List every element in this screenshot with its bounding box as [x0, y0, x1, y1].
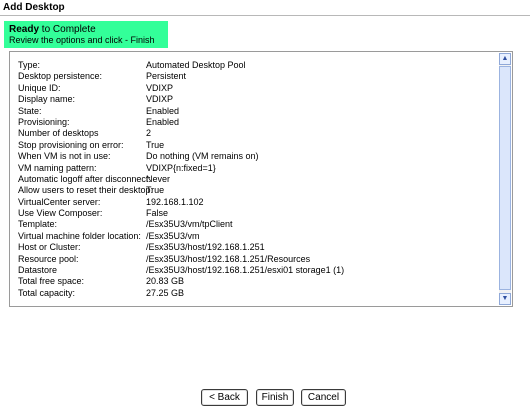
summary-label: Virtual machine folder location:: [18, 230, 141, 241]
cancel-button[interactable]: Cancel: [301, 389, 346, 406]
summary-label: Display name:: [18, 94, 76, 105]
summary-label: Automatic logoff after disconnect:: [18, 173, 151, 184]
summary-label: Allow users to reset their desktop:: [18, 185, 154, 196]
summary-label: Total free space:: [18, 276, 85, 287]
summary-label: Provisioning:: [18, 116, 70, 127]
summary-row: Use View Composer: False: [18, 208, 498, 219]
summary-value: /Esx35U3/host/192.168.1.251/Resources: [146, 253, 311, 264]
step-title: Ready to Complete: [9, 24, 168, 35]
summary-row: Provisioning: Enabled: [18, 117, 498, 128]
summary-label: State:: [18, 105, 42, 116]
summary-value: 192.168.1.102: [146, 196, 204, 207]
scroll-up-icon[interactable]: ▲: [499, 53, 511, 65]
summary-value: /Esx35U3/host/192.168.1.251: [146, 242, 265, 253]
summary-value: Enabled: [146, 116, 180, 127]
summary-value: VDIXP{n:fixed=1}: [146, 162, 216, 173]
summary-value: Do nothing (VM remains on): [146, 151, 259, 162]
summary-row: Stop provisioning on error: True: [18, 140, 498, 151]
summary-label: Unique ID:: [18, 82, 61, 93]
summary-value: True: [146, 139, 165, 150]
summary-listbox[interactable]: Type: Automated Desktop Pool Desktop pers…: [9, 51, 513, 307]
summary-row: Resource pool: /Esx35U3/host/192.168.1.25…: [18, 254, 498, 265]
summary-value: False: [146, 208, 169, 219]
summary-label: Desktop persistence:: [18, 71, 103, 82]
summary-row: Unique ID: VDIXP: [18, 83, 498, 94]
back-button[interactable]: < Back: [201, 389, 248, 406]
summary-label: Type:: [18, 60, 41, 70]
step-title-bold: Ready: [9, 24, 40, 35]
summary-value: /Esx35U3/host/192.168.1.251/esxi01 stora…: [146, 265, 345, 276]
summary-row: Type: Automated Desktop Pool: [18, 60, 498, 71]
summary-value: /Esx35U3/vm/tpClient: [146, 219, 233, 230]
summary-label: Use View Composer:: [18, 208, 103, 219]
summary-row: Template: /Esx35U3/vm/tpClient: [18, 219, 498, 230]
summary-row: Number of desktops 2: [18, 128, 498, 139]
summary-label: Total capacity:: [18, 287, 76, 298]
summary-row: When VM is not in use: Do nothing (VM rem…: [18, 151, 498, 162]
summary-row: Automatic logoff after disconnect: Never: [18, 174, 498, 185]
summary-row: Allow users to reset their desktop: True: [18, 185, 498, 196]
summary-row: Display name: VDIXP: [18, 94, 498, 105]
summary-value: /Esx35U3/vm: [146, 230, 200, 241]
vertical-scrollbar[interactable]: ▲ ▼: [499, 53, 511, 305]
summary-row: Datastore/Esx35U3/host/192.168.1.251/esx…: [18, 265, 498, 276]
summary-value: 27.25 GB: [146, 287, 185, 298]
summary-value: VDIXP: [146, 94, 174, 105]
summary-label: Stop provisioning on error:: [18, 139, 124, 150]
summary-label: VirtualCenter server:: [18, 196, 101, 207]
summary-value: Never: [146, 173, 171, 184]
finish-button[interactable]: Finish: [256, 389, 294, 406]
window-title: Add Desktop: [0, 0, 530, 16]
summary-label: Resource pool:: [18, 253, 79, 264]
summary-label: Datastore: [18, 265, 58, 276]
summary-row: Virtual machine folder location: /Esx35U3…: [18, 231, 498, 242]
summary-row: Total capacity: 27.25 GB: [18, 288, 498, 299]
summary-row: VM naming pattern: VDIXP{n:fixed=1}: [18, 163, 498, 174]
summary-value: Automated Desktop Pool: [146, 60, 246, 70]
summary-label: When VM is not in use:: [18, 151, 111, 162]
summary-row: State: Enabled: [18, 106, 498, 117]
summary-rows: Type: Automated Desktop Pool Desktop pers…: [18, 60, 498, 299]
summary-value: VDIXP: [146, 82, 174, 93]
scrollbar-thumb[interactable]: [499, 66, 511, 290]
step-header: Ready to Complete Review the options and…: [4, 21, 168, 48]
summary-label: Template:: [18, 219, 58, 230]
summary-value: 20.83 GB: [146, 276, 185, 287]
summary-label: Host or Cluster:: [18, 242, 81, 253]
summary-row: VirtualCenter server: 192.168.1.102: [18, 197, 498, 208]
summary-label: Number of desktops: [18, 128, 99, 139]
summary-row: Desktop persistence: Persistent: [18, 71, 498, 82]
step-title-rest: to Complete: [39, 24, 96, 35]
summary-value: Enabled: [146, 105, 180, 116]
summary-value: 2: [146, 128, 152, 139]
summary-row: Total free space: 20.83 GB: [18, 276, 498, 287]
step-subtitle: Review the options and click - Finish: [9, 35, 155, 45]
summary-label: VM naming pattern:: [18, 162, 97, 173]
summary-row: Host or Cluster: /Esx35U3/host/192.168.1.…: [18, 242, 498, 253]
summary-value: True: [146, 185, 165, 196]
scroll-down-icon[interactable]: ▼: [499, 293, 511, 305]
summary-value: Persistent: [146, 71, 187, 82]
